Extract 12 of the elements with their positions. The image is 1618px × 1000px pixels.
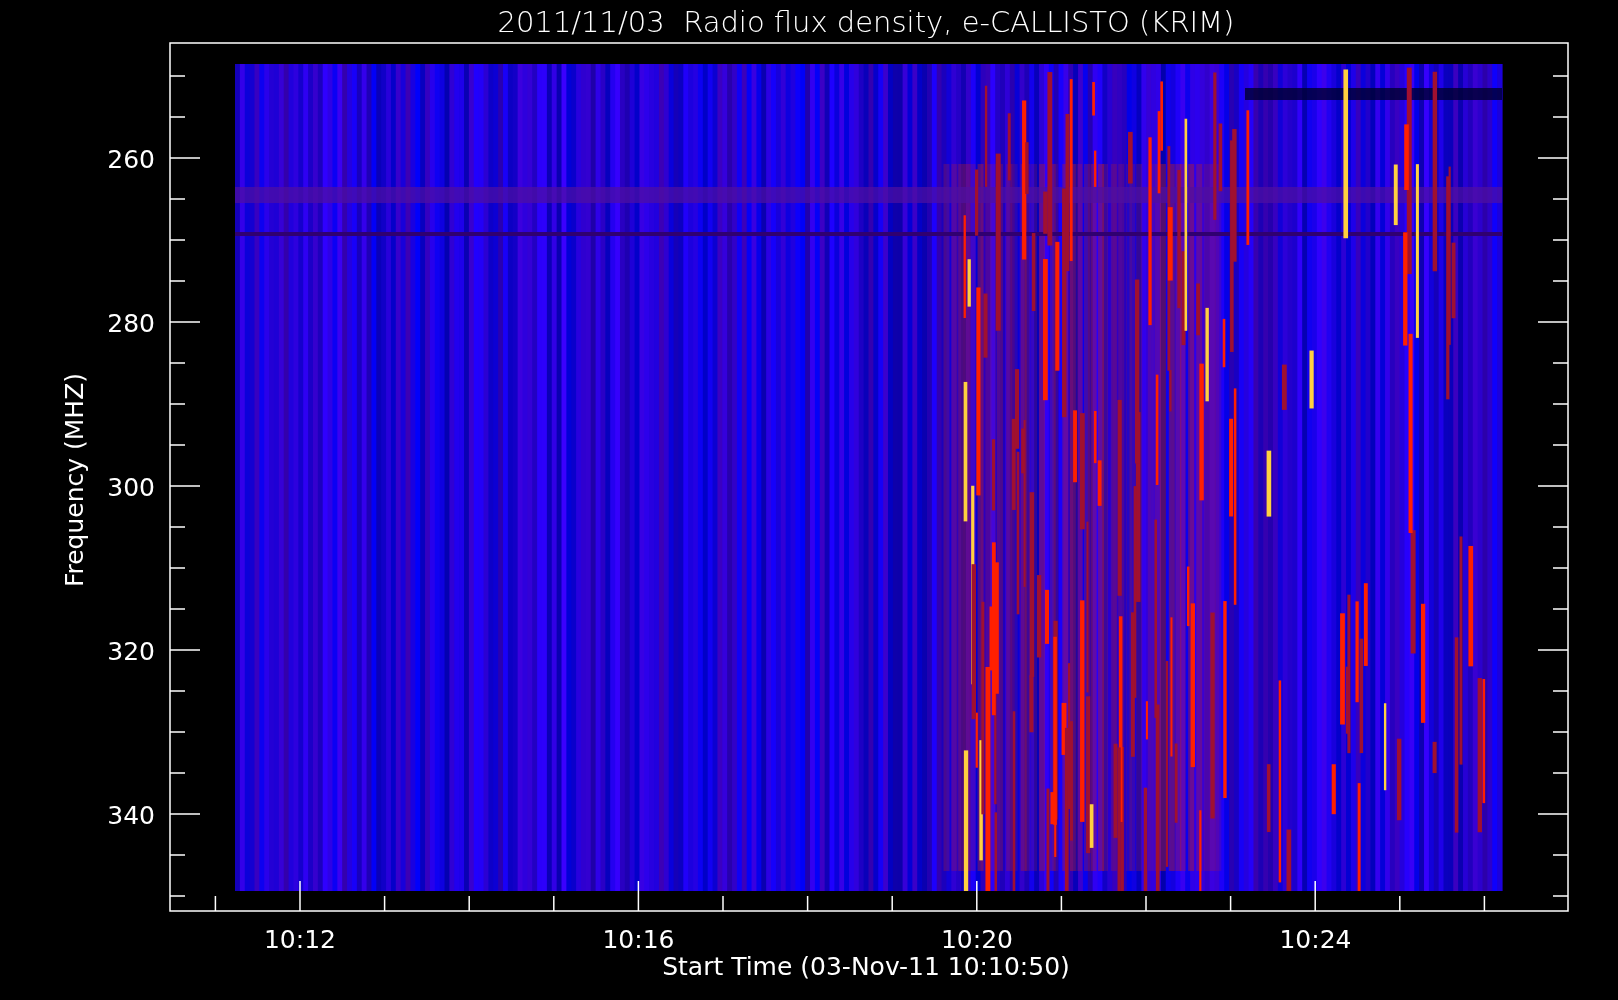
x-tick-label: 10:16 [602, 925, 675, 954]
y-tick-label: 300 [107, 473, 155, 502]
y-tick-label: 260 [107, 145, 155, 174]
y-tick-label: 340 [107, 801, 155, 830]
y-axis-label: Frequency (MHZ) [60, 372, 89, 588]
y-tick-label: 280 [107, 309, 155, 338]
x-tick-label: 10:24 [1279, 925, 1352, 954]
x-tick-label: 10:12 [264, 925, 336, 954]
x-axis-label: Start Time (03-Nov-11 10:10:50) [662, 952, 1070, 981]
x-tick-label: 10:20 [941, 925, 1013, 954]
y-tick-label: 320 [107, 637, 155, 666]
chart-title: 2011/11/03 Radio flux density, e-CALLISTO (KRIM) [497, 5, 1235, 39]
